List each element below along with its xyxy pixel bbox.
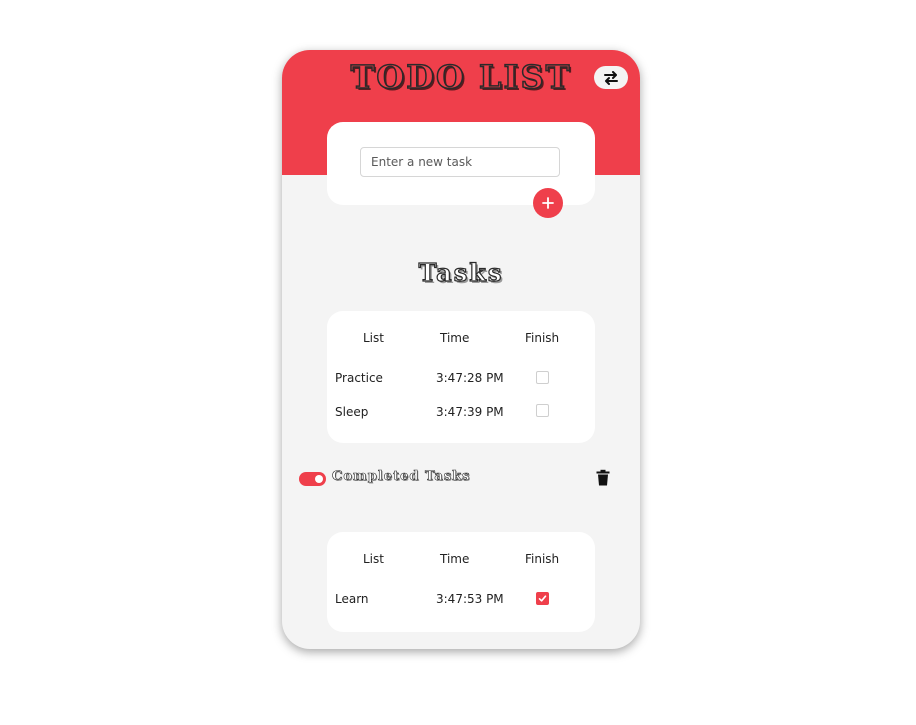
column-header-time: Time — [440, 552, 470, 566]
plus-icon — [542, 197, 554, 209]
swap-arrows-icon — [604, 70, 618, 85]
tasks-heading: Tasks — [418, 257, 504, 287]
app-title: TODO LIST — [350, 57, 572, 97]
column-header-list: List — [363, 331, 384, 345]
column-header-list: List — [363, 552, 384, 566]
task-time: 3:47:28 PM — [436, 371, 504, 385]
task-name: Practice — [335, 371, 383, 385]
finish-checkbox-learn[interactable] — [536, 592, 549, 605]
column-header-time: Time — [440, 331, 470, 345]
finish-checkbox-sleep[interactable] — [536, 404, 549, 417]
completed-tasks-label: Completed Tasks — [332, 469, 471, 485]
add-task-button[interactable] — [533, 188, 563, 218]
column-header-finish: Finish — [525, 331, 560, 345]
trash-icon — [596, 469, 610, 486]
new-task-input[interactable] — [360, 147, 560, 177]
completed-tasks-table: List Time Finish Learn 3:47:53 PM — [327, 532, 595, 632]
task-time: 3:47:39 PM — [436, 405, 504, 419]
completed-tasks-toggle[interactable] — [299, 472, 326, 486]
check-icon — [538, 595, 547, 602]
task-name: Sleep — [335, 405, 369, 419]
swap-button[interactable] — [594, 66, 628, 89]
finish-checkbox-practice[interactable] — [536, 371, 549, 384]
column-header-finish: Finish — [525, 552, 560, 566]
todo-app: TODO LIST Tasks List Time Finish Practic… — [282, 50, 640, 649]
toggle-knob — [315, 475, 323, 483]
task-name: Learn — [335, 592, 369, 606]
delete-completed-button[interactable] — [595, 469, 611, 487]
task-time: 3:47:53 PM — [436, 592, 504, 606]
tasks-table: List Time Finish Practice 3:47:28 PM Sle… — [327, 311, 595, 443]
